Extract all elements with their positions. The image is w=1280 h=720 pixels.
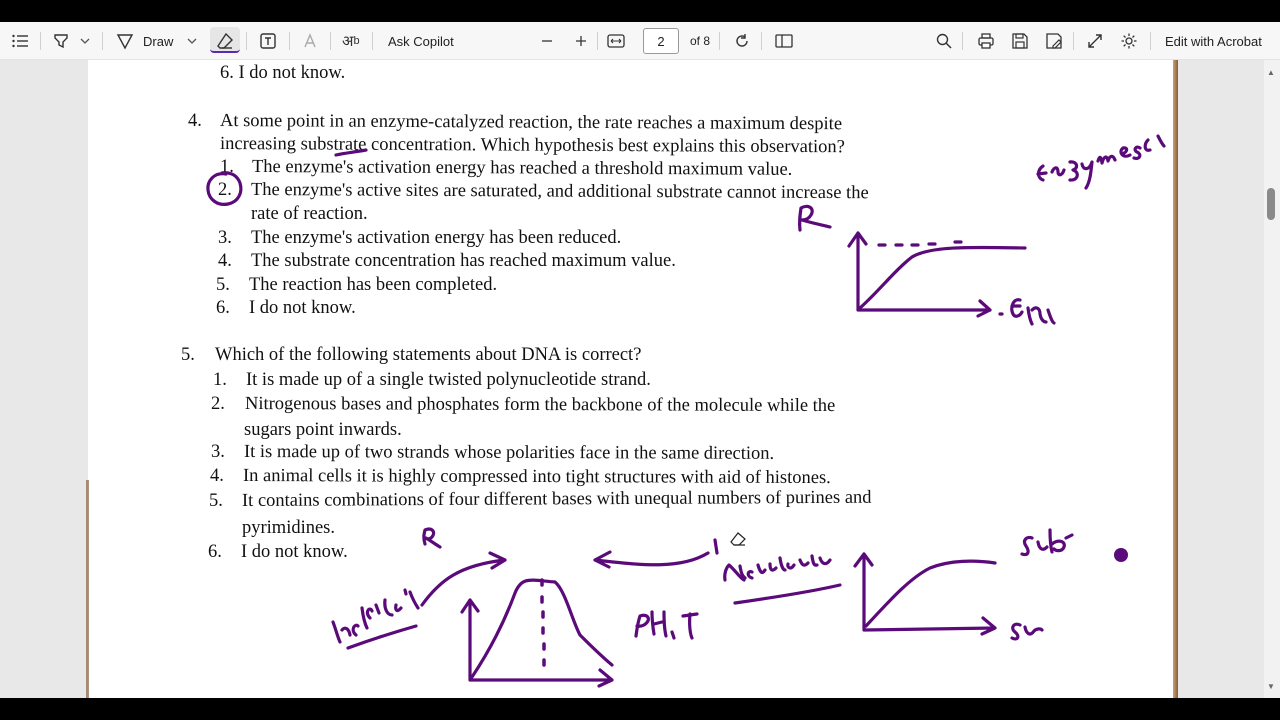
- ink-circle-option-2: [206, 171, 243, 206]
- ask-copilot-button[interactable]: Ask Copilot: [388, 22, 454, 60]
- save-as-icon[interactable]: [1045, 22, 1063, 60]
- settings-gear-icon[interactable]: [1120, 22, 1138, 60]
- draw-chevron-down-icon[interactable]: [187, 22, 197, 60]
- eraser-cursor-icon: [729, 532, 747, 551]
- document-viewer[interactable]: 6. I do not know. 4. At some point in an…: [0, 60, 1280, 698]
- ink-word-enzymes: [1036, 134, 1166, 190]
- ink-arrow-denatured: [593, 550, 710, 569]
- ink-underline-inactive: [346, 624, 418, 650]
- save-icon[interactable]: [1011, 22, 1029, 60]
- ink-letter-R-graph2: [422, 527, 442, 549]
- page-total: of 8: [690, 34, 711, 48]
- page-number-input[interactable]: 2: [643, 28, 679, 54]
- draw-button[interactable]: Draw: [116, 22, 173, 60]
- expand-icon[interactable]: [1087, 22, 1103, 60]
- ink-arrow-inactive: [420, 551, 507, 607]
- read-aloud-icon[interactable]: अb: [342, 22, 360, 60]
- text-format-icon[interactable]: [302, 22, 320, 60]
- print-icon[interactable]: [977, 22, 995, 60]
- edit-with-acrobat-label: Edit with Acrobat: [1165, 33, 1262, 49]
- text-box-icon[interactable]: [259, 22, 277, 60]
- fit-page-icon[interactable]: [607, 22, 625, 60]
- ink-graph3-axes: [853, 552, 997, 636]
- ink-label-su: [1010, 622, 1044, 641]
- minus-icon: [542, 40, 552, 42]
- ink-graph1-curve: [858, 245, 1027, 310]
- ink-graph3-curve: [864, 559, 997, 628]
- scrollbar-thumb[interactable]: [1267, 188, 1275, 220]
- bottom-black-bar: [0, 698, 1280, 720]
- scroll-up-arrow-icon[interactable]: ▲: [1267, 68, 1275, 77]
- scroll-down-arrow-icon[interactable]: ▼: [1267, 682, 1275, 691]
- highlight-chevron-down-icon[interactable]: [80, 22, 90, 60]
- ink-word-denatured: [723, 554, 832, 582]
- page-view-icon[interactable]: [775, 22, 793, 60]
- zoom-out-button[interactable]: [541, 22, 553, 60]
- zoom-in-button[interactable]: [575, 22, 587, 60]
- highlight-icon[interactable]: [52, 22, 70, 60]
- plus-icon: [576, 36, 586, 46]
- draw-icon: [116, 34, 134, 50]
- top-black-bar: [0, 0, 1280, 22]
- contents-icon[interactable]: [12, 22, 28, 60]
- ink-dot: [1114, 548, 1128, 562]
- ink-underline-denatured: [733, 583, 842, 605]
- search-icon[interactable]: [935, 22, 953, 60]
- page-number-value: 2: [657, 33, 665, 49]
- pdf-toolbar: Draw अb Ask Copilot 2 of 8 Edit with Acr…: [0, 22, 1280, 60]
- ink-underline-substrate: [334, 148, 368, 157]
- ink-tick-mark: [713, 538, 719, 555]
- ink-graph2-dotted-line: [540, 578, 546, 667]
- ink-annotations: [206, 134, 1166, 688]
- ink-graph1-dashes: [877, 240, 963, 247]
- ask-copilot-label: Ask Copilot: [388, 33, 454, 49]
- edit-with-acrobat-button[interactable]: Edit with Acrobat: [1165, 22, 1262, 60]
- eraser-icon: [216, 22, 234, 60]
- ink-word-inactive: [331, 588, 420, 644]
- draw-label: Draw: [143, 33, 174, 49]
- ink-graph1-en-label: [998, 298, 1056, 326]
- ink-label-sub: [1020, 528, 1074, 557]
- ink-letter-R-top: [797, 204, 832, 232]
- rotate-icon[interactable]: [733, 22, 751, 60]
- ink-label-pH-T: [634, 610, 699, 640]
- vertical-scrollbar[interactable]: [1264, 60, 1280, 698]
